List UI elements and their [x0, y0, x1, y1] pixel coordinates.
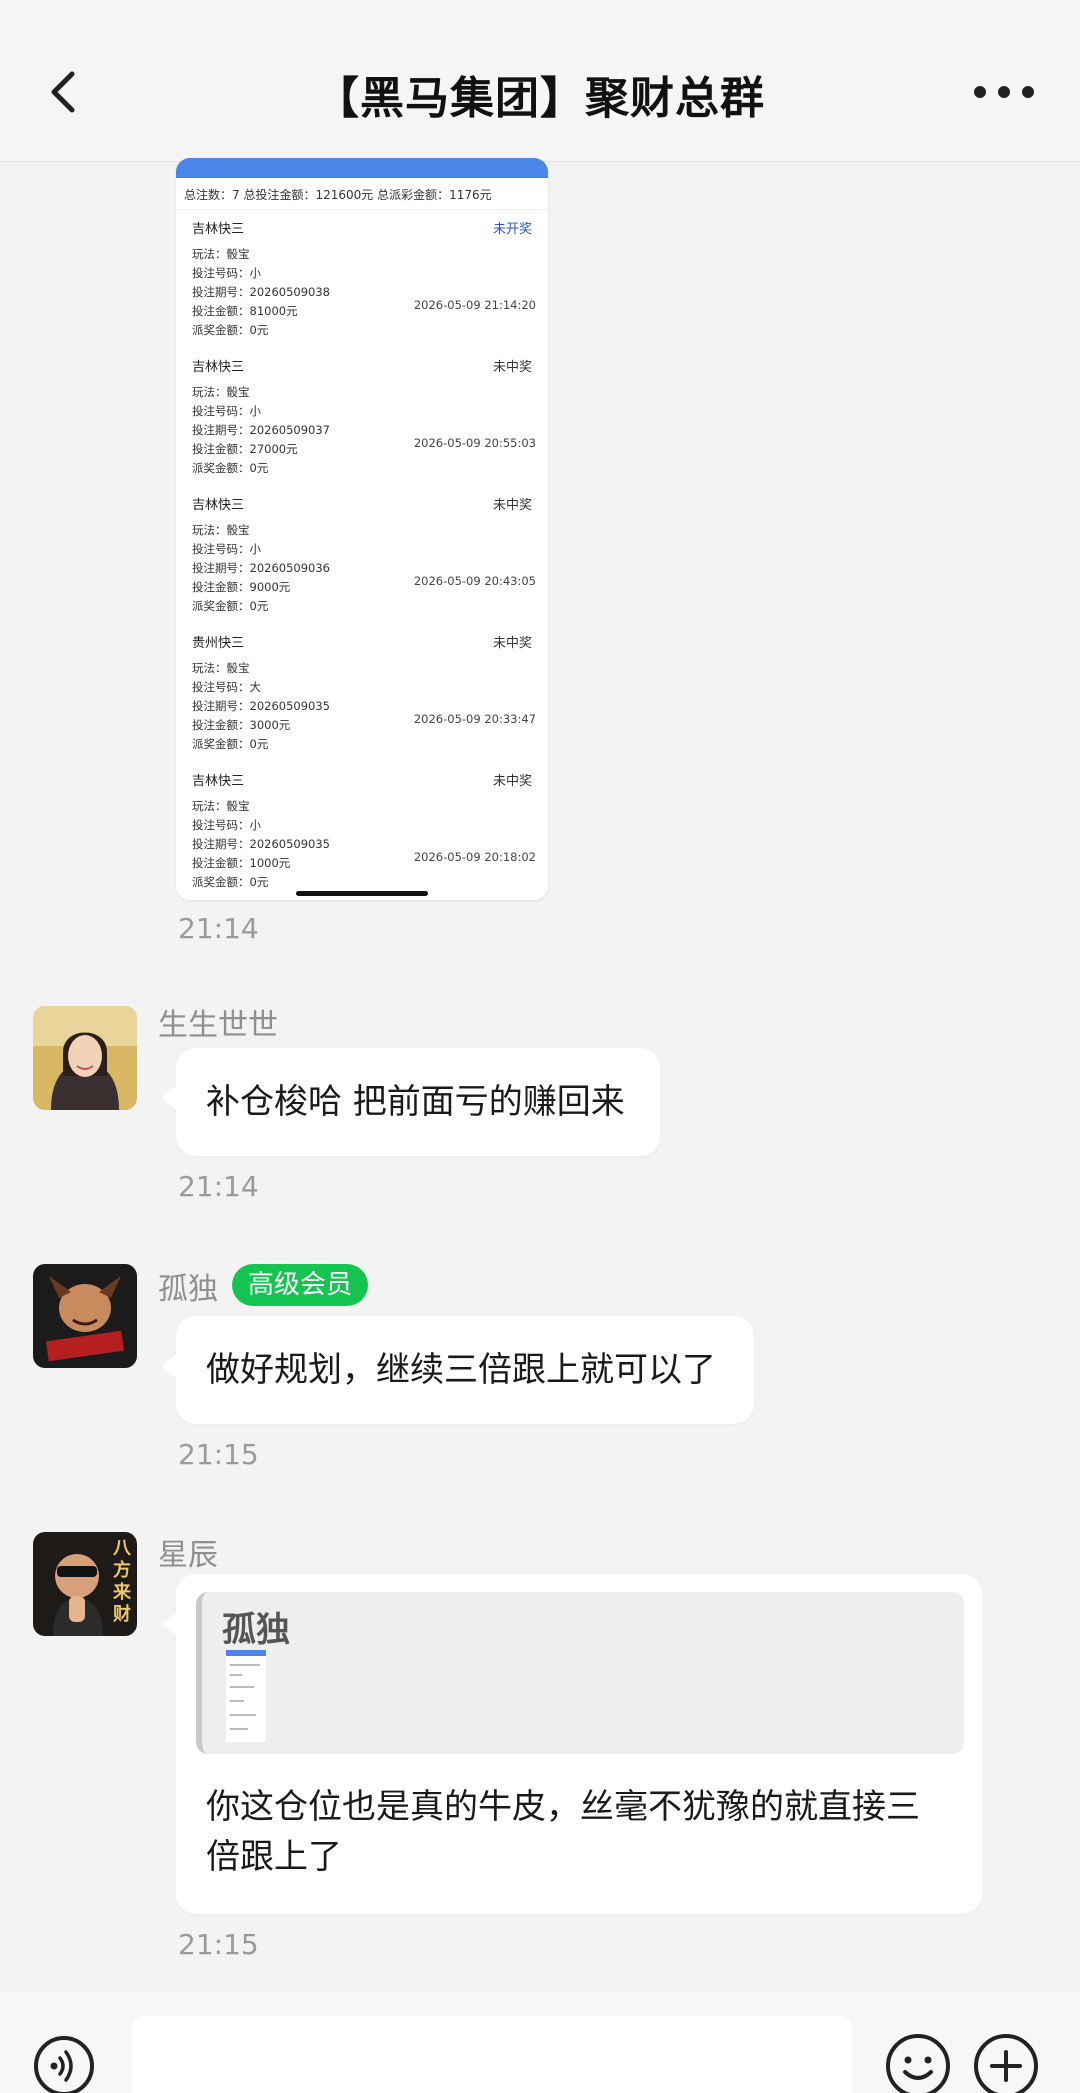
bet-play: 玩法：骰宝: [192, 799, 250, 813]
more-horizontal-icon: [974, 86, 1034, 98]
bet-time: 2026-05-09 21:14:20: [413, 298, 536, 312]
more-button[interactable]: [966, 72, 1042, 112]
message-time: 21:14: [178, 912, 259, 945]
bet-record-list: 吉林快三 未开奖 玩法：骰宝 投注号码：小 投注期号：20260509038 投注金额：8…: [176, 210, 548, 900]
bet-play: 玩法：骰宝: [192, 523, 250, 537]
sender-name: 生生世世: [158, 1008, 278, 1043]
bet-code: 投注号码：小: [192, 818, 261, 832]
message-bubble[interactable]: 做好规划，继续三倍跟上就可以了: [162, 1316, 754, 1424]
message-text: 补仓梭哈 把前面亏的赚回来: [206, 1082, 625, 1122]
bet-code: 投注号码：小: [192, 266, 261, 280]
image-message[interactable]: 总注数：7 总投注金额：121600元 总派彩金额：1176元 吉林快三 未开奖玩…: [176, 158, 548, 900]
bet-record: 吉林快三 未中奖 玩法：骰宝 投注号码：小 投注期号：20260509036 投注金额：9…: [176, 486, 548, 624]
bet-play: 玩法：骰宝: [192, 385, 250, 399]
message-time: 21:15: [178, 1928, 259, 1961]
bet-record: 吉林快三 未中奖 玩法：骰宝 投注号码：小 投注期号：20260509035 投注金额：1…: [176, 762, 548, 900]
plus-circle-icon[interactable]: [972, 2032, 1040, 2093]
avatar[interactable]: [33, 1006, 137, 1110]
bet-payout: 派奖金额：0元: [192, 461, 269, 475]
voice-icon[interactable]: [32, 2034, 96, 2093]
screenshot-header-bar: [176, 158, 548, 178]
chat-title: 【黑马集团】聚财总群: [315, 73, 765, 124]
bet-status: 未中奖: [492, 636, 532, 651]
bet-payout: 派奖金额：0元: [192, 737, 269, 751]
bet-code: 投注号码：大: [192, 680, 261, 694]
lottery-name: 吉林快三: [192, 774, 245, 789]
avatar-image: [33, 1006, 137, 1110]
message-time: 21:15: [178, 1438, 259, 1471]
bet-summary: 总注数：7 总投注金额：121600元 总派彩金额：1176元: [176, 178, 548, 210]
quoted-sender: 孤独: [222, 1610, 290, 1650]
bet-payout: 派奖金额：0元: [192, 323, 269, 337]
sender-name: 星辰: [158, 1538, 218, 1573]
bet-time: 2026-05-09 20:55:03: [413, 436, 536, 450]
avatar[interactable]: [33, 1264, 137, 1368]
bet-payout: 派奖金额：0元: [192, 599, 269, 613]
lottery-name: 吉林快三: [192, 222, 245, 237]
bet-record: 吉林快三 未开奖 玩法：骰宝 投注号码：小 投注期号：20260509038 投注金额：8…: [176, 210, 548, 348]
bet-status: 未中奖: [492, 360, 532, 375]
bet-record: 吉林快三 未中奖 玩法：骰宝 投注号码：小 投注期号：20260509037 投注金额：2…: [176, 348, 548, 486]
quoted-image-thumbnail: [226, 1650, 266, 1742]
bet-code: 投注号码：小: [192, 404, 261, 418]
message-text: 做好规划，继续三倍跟上就可以了: [206, 1350, 716, 1390]
message-bubble[interactable]: 补仓梭哈 把前面亏的赚回来: [162, 1048, 660, 1156]
bet-code: 投注号码：小: [192, 542, 261, 556]
avatar-image: [33, 1264, 137, 1368]
chat-header: 【黑马集团】聚财总群: [0, 0, 1080, 162]
bet-play: 玩法：骰宝: [192, 247, 250, 261]
sender-name: 孤独: [158, 1272, 218, 1307]
input-bar: [0, 1992, 1080, 2093]
bet-play: 玩法：骰宝: [192, 661, 250, 675]
lottery-name: 吉林快三: [192, 360, 245, 375]
avatar[interactable]: 八方来财: [33, 1532, 137, 1636]
bet-time: 2026-05-09 20:18:02: [413, 850, 536, 864]
bet-time: 2026-05-09 20:33:47: [413, 712, 536, 726]
bet-status: 未开奖: [492, 222, 532, 237]
message-text: 你这仓位也是真的牛皮，丝毫不犹豫的就直接三倍跟上了: [206, 1787, 920, 1877]
message-time: 21:14: [178, 1170, 259, 1203]
home-indicator: [296, 891, 428, 896]
bet-status: 未中奖: [492, 774, 532, 789]
lottery-name: 吉林快三: [192, 498, 245, 513]
emoji-icon[interactable]: [884, 2032, 952, 2093]
lottery-name: 贵州快三: [192, 636, 245, 651]
bet-status: 未中奖: [492, 498, 532, 513]
quoted-message[interactable]: 孤独: [196, 1592, 964, 1754]
bet-time: 2026-05-09 20:43:05: [413, 574, 536, 588]
bet-record: 贵州快三 未中奖 玩法：骰宝 投注号码：大 投注期号：20260509035 投注金额：3…: [176, 624, 548, 762]
avatar-caption: 八方来财: [113, 1538, 131, 1625]
bet-payout: 派奖金额：0元: [192, 875, 269, 889]
message-input[interactable]: [132, 2016, 852, 2093]
member-badge: 高级会员: [232, 1264, 369, 1306]
